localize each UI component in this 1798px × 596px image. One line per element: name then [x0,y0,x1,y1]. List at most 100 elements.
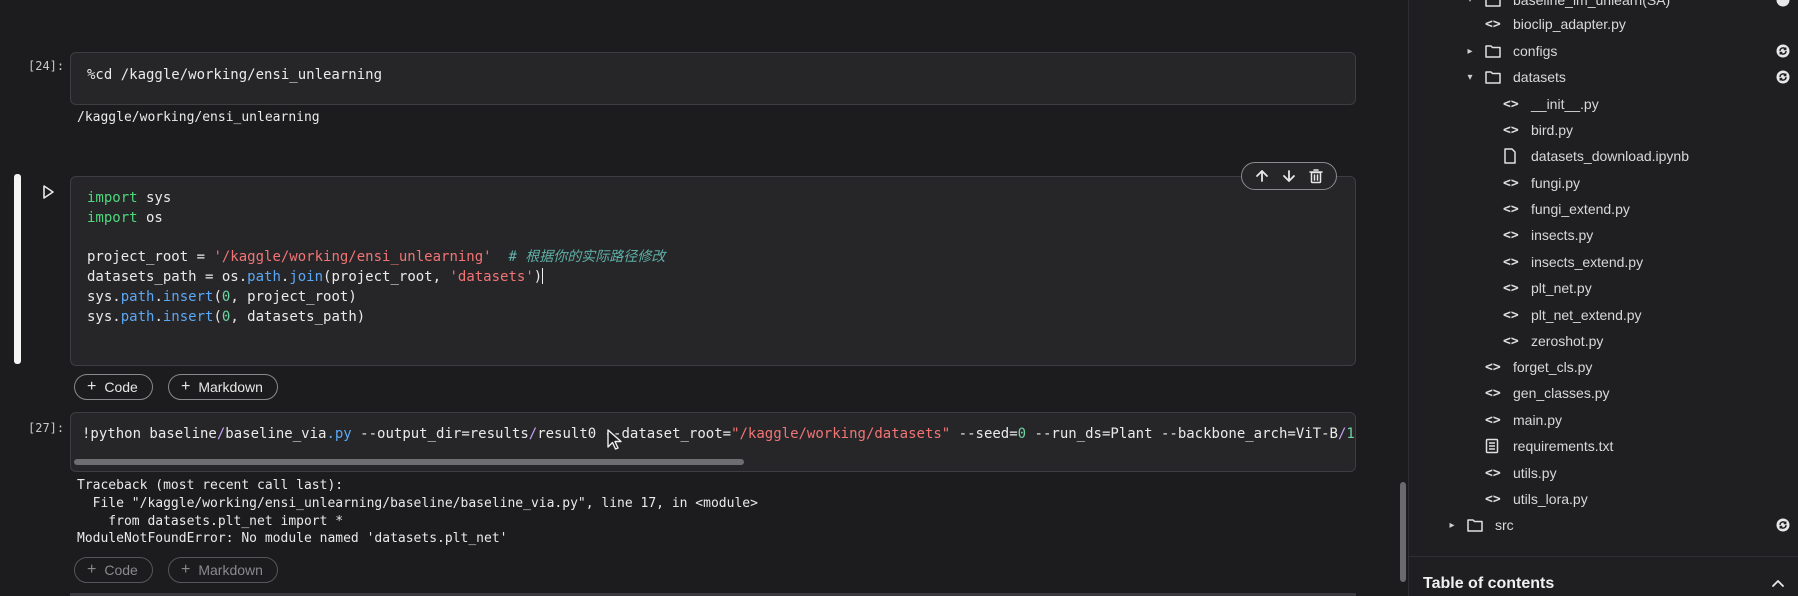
tree-item[interactable]: <> utils.py [1485,462,1557,484]
tree-item-label: bioclip_adapter.py [1513,16,1626,32]
code-file-icon: <> [1503,307,1519,323]
traceback-line-2: File "/kaggle/working/ensi_unlearning/ba… [77,496,758,511]
sync-icon[interactable] [1775,0,1791,8]
code-line-5: datasets_path = os.path.join(project_roo… [87,268,544,285]
cell-toolbar [1241,162,1337,190]
chevron-up-icon[interactable] [1771,575,1785,593]
add-markdown-button-2[interactable]: + Markdown [168,557,278,583]
tree-item-label: main.py [1513,412,1563,428]
tree-item[interactable]: <> insects_extend.py [1503,251,1643,273]
tree-item-label: requirements.txt [1513,438,1614,454]
code-file-icon: <> [1485,412,1501,428]
code-file-icon: <> [1503,333,1519,349]
sync-icon[interactable] [1775,69,1791,85]
cell-27-code: !python baseline/baseline_via.py --outpu… [82,426,1355,442]
cell-24-code: %cd /kaggle/working/ensi_unlearning [87,67,383,83]
tree-item-label: datasets [1513,69,1566,85]
code-file-icon: <> [1503,201,1519,217]
active-cell-indicator [14,174,21,364]
tree-item[interactable]: <> main.py [1485,409,1562,431]
folder-icon [1485,43,1505,59]
text-file-icon [1485,438,1505,454]
tree-item[interactable]: <> gen_classes.py [1485,382,1610,404]
tree-item[interactable]: <> forget_cls.py [1485,356,1592,378]
tree-item[interactable]: requirements.txt [1485,435,1613,457]
tree-item-label: configs [1513,43,1558,59]
tree-item[interactable]: <> plt_net.py [1503,277,1592,299]
code-line-7: sys.path.insert(0, datasets_path) [87,309,366,325]
code-file-icon: <> [1503,280,1519,296]
delete-icon[interactable] [1306,166,1326,186]
toc-header[interactable]: Table of contents [1409,556,1798,596]
tree-item[interactable]: <> __init__.py [1503,93,1599,115]
plus-icon: + [181,561,191,578]
tree-item[interactable]: datasets_download.ipynb [1503,145,1689,167]
plus-icon: + [181,378,191,395]
tree-item[interactable]: <> bird.py [1503,119,1573,141]
tree-item-partial[interactable]: baseline_lm_unlearn(SA) [1485,0,1670,11]
code-file-icon: <> [1503,254,1519,270]
code-line-1: import sys [87,190,172,206]
tree-item-label: fungi_extend.py [1531,201,1630,217]
tree-item[interactable]: configs [1485,40,1557,62]
code-file-icon: <> [1503,175,1519,191]
caret-right-icon[interactable]: ▸ [1465,46,1475,57]
tree-item[interactable]: src [1467,514,1514,536]
traceback-line-4: ModuleNotFoundError: No module named 'da… [77,531,508,546]
tree-item[interactable]: <> utils_lora.py [1485,488,1588,510]
tree-item-label: utils.py [1513,465,1557,481]
mouse-pointer-icon [606,428,624,452]
vertical-scrollbar[interactable] [1400,482,1406,582]
code-file-icon: <> [1503,227,1519,243]
tree-item-label: datasets_download.ipynb [1531,148,1690,164]
code-file-icon: <> [1485,465,1501,481]
code-file-icon: <> [1485,359,1501,375]
add-code-button-2[interactable]: + Code [74,557,153,583]
active-cell-editor[interactable]: import sys import os project_root = '/ka… [70,176,1356,366]
code-file-icon: <> [1503,122,1519,138]
tree-item[interactable]: <> plt_net_extend.py [1503,304,1642,326]
tree-item[interactable]: <> fungi.py [1503,172,1580,194]
caret-right-icon[interactable]: ▸ [1447,520,1457,531]
code-line-6: sys.path.insert(0, project_root) [87,289,357,305]
add-code-button[interactable]: + Code [74,374,153,400]
tree-item[interactable]: <> bioclip_adapter.py [1485,13,1626,35]
caret-down-icon[interactable]: ▾ [1465,72,1475,83]
sync-icon[interactable] [1775,43,1791,59]
move-up-icon[interactable] [1252,166,1272,186]
plus-icon: + [87,378,97,395]
code-file-icon: <> [1485,385,1501,401]
tree-item-label: forget_cls.py [1513,359,1593,375]
tree-item-label: fungi.py [1531,175,1581,191]
add-markdown-button[interactable]: + Markdown [168,374,278,400]
cell-24-editor[interactable]: %cd /kaggle/working/ensi_unlearning [70,52,1356,105]
tree-item-label: zeroshot.py [1531,333,1604,349]
tree-item-label: __init__.py [1531,96,1599,112]
cell-24-prompt: [24]: [28,59,65,73]
tree-item[interactable]: <> zeroshot.py [1503,330,1603,352]
tree-item[interactable]: <> insects.py [1503,224,1593,246]
sync-icon[interactable] [1775,517,1791,533]
code-file-icon: <> [1503,96,1519,112]
tree-item-label: insects_extend.py [1531,254,1644,270]
file-explorer-panel: ▾ baseline_lm_unlearn(SA) <> bioclip_adap… [1408,0,1798,596]
tree-item-label: gen_classes.py [1513,385,1610,401]
tree-item-label: insects.py [1531,227,1594,243]
plus-icon: + [87,561,97,578]
notebook-area: [24]: %cd /kaggle/working/ensi_unlearnin… [0,0,1395,596]
tree-item[interactable]: <> fungi_extend.py [1503,198,1630,220]
caret-icon[interactable]: ▾ [1465,0,1475,5]
folder-icon [1467,517,1487,533]
run-cell-icon[interactable] [40,184,56,200]
traceback-line-1: Traceback (most recent call last): [77,478,344,493]
folder-icon [1485,0,1505,8]
tree-item-label: plt_net_extend.py [1531,307,1642,323]
code-line-2: import os [87,210,163,226]
move-down-icon[interactable] [1279,166,1299,186]
horizontal-scrollbar[interactable] [74,459,744,465]
document-icon [1503,148,1523,164]
cell-27-prompt: [27]: [28,421,65,435]
tree-item[interactable]: datasets [1485,66,1566,88]
code-file-icon: <> [1485,16,1501,32]
tree-item-label: plt_net.py [1531,280,1592,296]
